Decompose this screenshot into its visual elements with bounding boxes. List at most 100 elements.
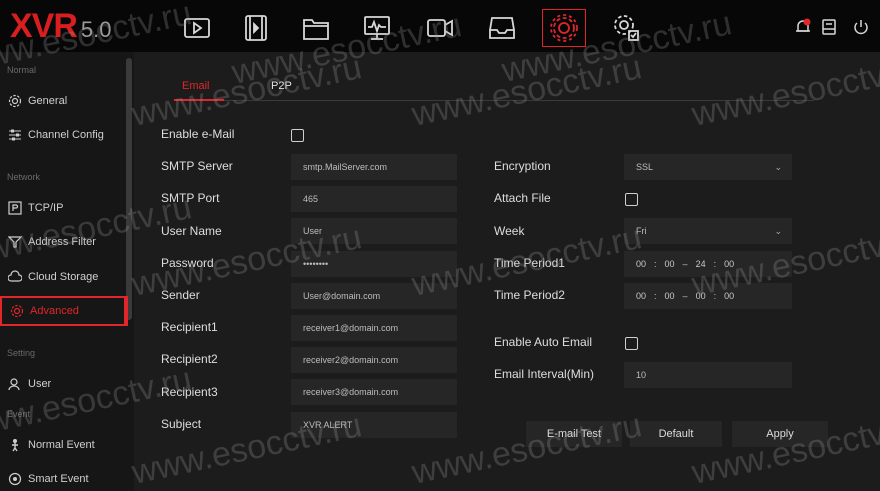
subject-input[interactable]: XVR ALERT [291, 412, 457, 438]
time-colon: : [713, 291, 717, 301]
time-period2-label: Time Period2 [494, 288, 565, 302]
sidebar-item-label: Channel Config [28, 129, 104, 141]
smart-event-icon [8, 472, 22, 486]
email-test-button[interactable]: E-mail Test [526, 421, 622, 447]
sidebar-item-tcpip[interactable]: TCP/IP [0, 193, 128, 223]
folder-icon[interactable] [294, 9, 338, 47]
time2-start-minute[interactable]: 00 [665, 291, 675, 301]
logo-brand: XVR [10, 7, 78, 45]
recipient2-input[interactable]: receiver2@domain.com [291, 347, 457, 373]
password-label: Password [161, 256, 214, 270]
recipient1-label: Recipient1 [161, 320, 218, 334]
enable-email-checkbox[interactable] [291, 129, 304, 142]
backup-icon[interactable] [820, 18, 838, 36]
tab-divider [174, 100, 814, 101]
sidebar-item-channel-config[interactable]: Channel Config [0, 120, 128, 150]
sender-label: Sender [161, 288, 200, 302]
email-interval-input[interactable]: 10 [624, 362, 792, 388]
time-period1-input[interactable]: 00:00–24:00 [624, 251, 792, 277]
sidebar-item-label: User [28, 378, 52, 390]
time-colon: : [654, 259, 657, 269]
smtp-server-label: SMTP Server [161, 159, 233, 173]
sidebar-item-label: General [28, 95, 68, 107]
network-port-icon [8, 201, 22, 215]
sliders-icon [9, 129, 21, 141]
password-input[interactable]: •••••••• [291, 251, 457, 277]
sidebar-item-general[interactable]: General [0, 86, 128, 116]
section-setting: Setting [7, 348, 36, 358]
time1-end-minute[interactable]: 00 [724, 259, 734, 269]
settings-icon[interactable] [542, 9, 586, 47]
sidebar-item-user[interactable]: User [0, 369, 128, 399]
smtp-port-label: SMTP Port [161, 191, 220, 205]
alarm-bell-icon[interactable] [794, 18, 812, 36]
sidebar-item-advanced[interactable]: Advanced [0, 296, 128, 326]
sidebar-item-label: TCP/IP [28, 202, 64, 214]
film-icon[interactable] [234, 9, 278, 47]
camera-icon[interactable] [418, 9, 462, 47]
time1-start-minute[interactable]: 00 [665, 259, 675, 269]
attach-file-label: Attach File [494, 191, 551, 205]
time1-start-hour[interactable]: 00 [636, 259, 646, 269]
section-event: Event [7, 409, 31, 419]
enable-auto-email-checkbox[interactable] [625, 337, 638, 350]
user-name-input[interactable]: User [291, 218, 457, 244]
recipient3-input[interactable]: receiver3@domain.com [291, 379, 457, 405]
time2-start-hour[interactable]: 00 [636, 291, 646, 301]
sidebar-item-label: Advanced [30, 305, 79, 317]
tab-active-underline [174, 99, 224, 101]
subject-label: Subject [161, 417, 202, 431]
top-bar: XVR 5.0 [0, 0, 880, 52]
time2-end-hour[interactable]: 00 [696, 291, 706, 301]
sender-input[interactable]: User@domain.com [291, 283, 457, 309]
week-value: Fri [636, 226, 647, 236]
time-period2-input[interactable]: 00:00–00:00 [624, 283, 792, 309]
chevron-down-icon: ⌄ [774, 161, 782, 172]
storage-icon[interactable] [480, 9, 524, 47]
enable-auto-email-label: Enable Auto Email [494, 335, 593, 349]
user-name-label: User Name [161, 224, 222, 238]
tab-p2p[interactable]: P2P [271, 80, 292, 92]
section-normal: Normal [7, 65, 37, 75]
recipient1-input[interactable]: receiver1@domain.com [291, 315, 457, 341]
sidebar-item-normal-event[interactable]: Normal Event [0, 430, 128, 460]
sidebar-item-smart-event[interactable]: Smart Event [0, 464, 128, 491]
gear-icon [8, 94, 22, 108]
encryption-select[interactable]: SSL ⌄ [624, 154, 792, 180]
time-dash: – [682, 259, 688, 269]
main-panel: Email P2P Enable e-Mail SMTP Server smtp… [134, 52, 880, 491]
power-icon[interactable] [852, 18, 870, 36]
email-interval-label: Email Interval(Min) [494, 367, 595, 381]
playback-icon[interactable] [175, 9, 219, 47]
recipient2-label: Recipient2 [161, 352, 218, 366]
filter-icon [8, 236, 22, 248]
sidebar-item-label: Smart Event [28, 473, 89, 485]
sidebar-item-label: Normal Event [28, 439, 95, 451]
time1-end-hour[interactable]: 24 [696, 259, 706, 269]
person-icon [12, 439, 18, 452]
logo: XVR 5.0 [10, 7, 112, 46]
smtp-server-input[interactable]: smtp.MailServer.com [291, 154, 457, 180]
attach-file-checkbox[interactable] [625, 193, 638, 206]
apply-button[interactable]: Apply [732, 421, 828, 447]
monitor-icon[interactable] [355, 9, 399, 47]
advanced-gear-icon [10, 304, 24, 318]
time-colon: : [654, 291, 657, 301]
sidebar-item-label: Cloud Storage [28, 271, 99, 283]
default-button[interactable]: Default [630, 421, 722, 447]
system-settings-icon[interactable] [604, 9, 648, 47]
sidebar-item-cloud-storage[interactable]: Cloud Storage [0, 262, 128, 292]
smtp-port-input[interactable]: 465 [291, 186, 457, 212]
section-network: Network [7, 172, 41, 182]
encryption-value: SSL [636, 162, 654, 172]
time2-end-minute[interactable]: 00 [724, 291, 734, 301]
week-select[interactable]: Fri ⌄ [624, 218, 792, 244]
encryption-label: Encryption [494, 159, 551, 173]
time-dash: – [682, 291, 688, 301]
user-icon [8, 378, 20, 391]
sidebar: Normal General Channel Config Network TC… [0, 52, 134, 491]
tab-email[interactable]: Email [182, 80, 210, 92]
sidebar-item-address-filter[interactable]: Address Filter [0, 227, 128, 257]
sidebar-item-label: Address Filter [28, 236, 96, 248]
cloud-icon [8, 270, 22, 282]
